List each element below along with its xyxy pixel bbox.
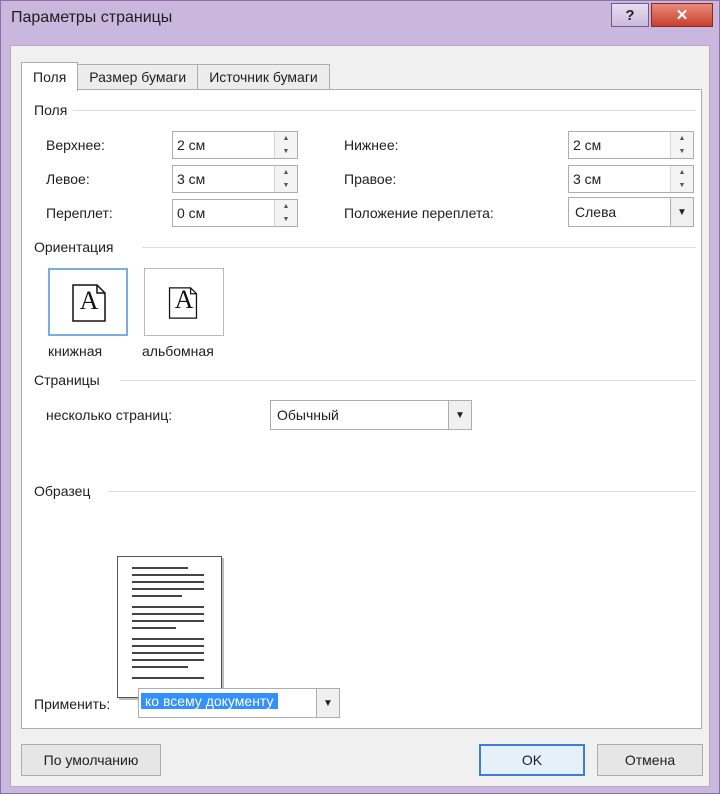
preview-line bbox=[132, 574, 204, 576]
spin-down-arrow-icon[interactable]: ▼ bbox=[275, 213, 297, 226]
tab-margins[interactable]: Поля bbox=[21, 62, 79, 91]
tab-strip: Поля Размер бумаги Источник бумаги bbox=[21, 62, 330, 91]
dropdown-arrow-icon[interactable]: ▼ bbox=[670, 198, 693, 226]
top-margin-label: Верхнее: bbox=[46, 137, 105, 153]
close-button[interactable]: ✕ bbox=[651, 3, 713, 27]
preview-line bbox=[132, 659, 204, 661]
preview-line bbox=[132, 638, 204, 640]
top-margin-value: 2 см bbox=[177, 137, 206, 153]
preview-line bbox=[132, 645, 204, 647]
help-button[interactable]: ? bbox=[611, 3, 649, 27]
spin-down-arrow-icon[interactable]: ▼ bbox=[275, 179, 297, 192]
spin-up-arrow-icon[interactable]: ▲ bbox=[671, 166, 693, 180]
tab-paper-source[interactable]: Источник бумаги bbox=[197, 64, 330, 90]
apply-to-select[interactable]: ко всему документу ▼ bbox=[138, 688, 340, 718]
portrait-orientation-button[interactable]: A bbox=[48, 268, 128, 336]
gutter-spinner[interactable]: 0 см ▲ ▼ bbox=[172, 199, 298, 227]
spin-down-arrow-icon[interactable]: ▼ bbox=[671, 145, 693, 158]
gutter-value: 0 см bbox=[177, 205, 206, 221]
left-margin-value: 3 см bbox=[177, 171, 206, 187]
gutter-position-select[interactable]: Слева ▼ bbox=[568, 197, 694, 227]
portrait-glyph: A bbox=[79, 286, 99, 315]
bottom-margin-value: 2 см bbox=[573, 137, 602, 153]
multiple-pages-label: несколько страниц: bbox=[46, 407, 173, 423]
preview-line bbox=[132, 666, 188, 668]
dialog-title: Параметры страницы bbox=[11, 9, 173, 26]
preview-section-divider bbox=[108, 491, 696, 492]
orientation-section-label: Ориентация bbox=[34, 239, 120, 255]
left-margin-label: Левое: bbox=[46, 171, 90, 187]
right-margin-value: 3 см bbox=[573, 171, 602, 187]
spin-arrows: ▲ ▼ bbox=[274, 166, 297, 192]
spin-down-arrow-icon[interactable]: ▼ bbox=[671, 179, 693, 192]
preview-line bbox=[132, 567, 188, 569]
dropdown-arrow-icon[interactable]: ▼ bbox=[448, 401, 471, 429]
spin-down-arrow-icon[interactable]: ▼ bbox=[275, 145, 297, 158]
set-as-default-button[interactable]: По умолчанию bbox=[21, 744, 161, 776]
gutter-position-label: Положение переплета: bbox=[344, 205, 494, 221]
spin-arrows: ▲ ▼ bbox=[670, 132, 693, 158]
multiple-pages-value: Обычный bbox=[277, 407, 339, 423]
right-margin-label: Правое: bbox=[344, 171, 397, 187]
spin-up-arrow-icon[interactable]: ▲ bbox=[671, 132, 693, 146]
spin-arrows: ▲ ▼ bbox=[274, 132, 297, 158]
margins-tab-panel: Поля Верхнее: 2 см ▲ ▼ Нижнее: 2 см ▲ ▼ … bbox=[21, 89, 702, 729]
spin-arrows: ▲ ▼ bbox=[670, 166, 693, 192]
spin-arrows: ▲ ▼ bbox=[274, 200, 297, 226]
apply-to-label: Применить: bbox=[34, 696, 111, 712]
cancel-button[interactable]: Отмена bbox=[597, 744, 703, 776]
preview-line bbox=[132, 613, 204, 615]
orientation-section-divider bbox=[142, 247, 696, 248]
top-margin-spinner[interactable]: 2 см ▲ ▼ bbox=[172, 131, 298, 159]
preview-line bbox=[132, 627, 176, 629]
pages-section-divider bbox=[120, 380, 696, 381]
page-preview bbox=[117, 556, 222, 698]
gutter-label: Переплет: bbox=[46, 205, 113, 221]
preview-line bbox=[132, 606, 204, 608]
bottom-margin-label: Нижнее: bbox=[344, 137, 399, 153]
portrait-label: книжная bbox=[48, 343, 103, 359]
landscape-glyph: A bbox=[174, 285, 194, 314]
preview-line bbox=[132, 677, 204, 679]
multiple-pages-select[interactable]: Обычный ▼ bbox=[270, 400, 472, 430]
apply-to-value: ко всему документу bbox=[141, 693, 278, 709]
preview-line bbox=[132, 620, 204, 622]
pages-section-label: Страницы bbox=[34, 372, 106, 388]
margins-section-divider bbox=[72, 110, 696, 111]
spin-up-arrow-icon[interactable]: ▲ bbox=[275, 200, 297, 214]
ok-button[interactable]: OK bbox=[479, 744, 585, 776]
margins-section-label: Поля bbox=[34, 102, 74, 118]
right-margin-spinner[interactable]: 3 см ▲ ▼ bbox=[568, 165, 694, 193]
preview-line bbox=[132, 588, 204, 590]
left-margin-spinner[interactable]: 3 см ▲ ▼ bbox=[172, 165, 298, 193]
preview-section-label: Образец bbox=[34, 483, 97, 499]
preview-line bbox=[132, 652, 204, 654]
bottom-margin-spinner[interactable]: 2 см ▲ ▼ bbox=[568, 131, 694, 159]
preview-line bbox=[132, 595, 182, 597]
gutter-position-value: Слева bbox=[575, 204, 617, 220]
title-bar[interactable]: Параметры страницы ? ✕ bbox=[1, 1, 719, 35]
landscape-orientation-button[interactable]: A bbox=[144, 268, 224, 336]
dropdown-arrow-icon[interactable]: ▼ bbox=[316, 689, 339, 717]
dialog-body: Поля Размер бумаги Источник бумаги Поля … bbox=[10, 45, 710, 787]
page-setup-dialog: Параметры страницы ? ✕ Поля Размер бумаг… bbox=[0, 0, 720, 794]
tab-paper-size[interactable]: Размер бумаги bbox=[77, 64, 199, 90]
spin-up-arrow-icon[interactable]: ▲ bbox=[275, 166, 297, 180]
spin-up-arrow-icon[interactable]: ▲ bbox=[275, 132, 297, 146]
landscape-label: альбомная bbox=[142, 343, 214, 359]
preview-line bbox=[132, 581, 204, 583]
